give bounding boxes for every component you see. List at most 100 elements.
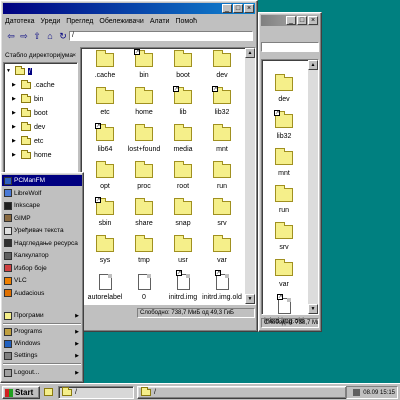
- file-item[interactable]: ↗ initrd.img.old: [202, 270, 242, 306]
- start-item-app[interactable]: Калкулатор: [2, 250, 82, 261]
- start-item-windows[interactable]: Windows ▶: [2, 338, 82, 349]
- menu-item[interactable]: Преглед: [66, 18, 93, 25]
- quicklaunch-folder-icon[interactable]: [44, 388, 53, 396]
- expand-arrow-icon[interactable]: ▼: [6, 68, 11, 74]
- folder-item[interactable]: home: [124, 87, 164, 121]
- start-item-app[interactable]: Избор боје: [2, 263, 82, 274]
- tree-item[interactable]: ▶ bin: [12, 93, 43, 105]
- folder-item[interactable]: mnt: [202, 124, 242, 158]
- folder-item[interactable]: ↗ lib32: [264, 110, 304, 145]
- expand-arrow-icon[interactable]: ▶: [12, 82, 17, 88]
- menu-item[interactable]: Уреди: [40, 18, 60, 25]
- back-maximize-button[interactable]: □: [297, 16, 307, 25]
- back-close-button[interactable]: ×: [308, 16, 318, 25]
- folder-item[interactable]: var: [264, 259, 304, 293]
- back-scroll-down-button[interactable]: ▼: [308, 304, 318, 314]
- start-item-app[interactable]: Надгледање ресурса: [2, 238, 82, 249]
- folder-item[interactable]: ↗ lib32: [202, 86, 242, 121]
- folder-item[interactable]: dev: [202, 50, 242, 84]
- folder-item[interactable]: usr: [163, 235, 203, 269]
- start-item-app[interactable]: GIMP: [2, 213, 82, 224]
- start-item-app[interactable]: VLC: [2, 275, 82, 286]
- start-item-settings[interactable]: Settings ▶: [2, 350, 82, 361]
- maximize-button[interactable]: □: [233, 4, 243, 13]
- folder-item[interactable]: root: [163, 161, 203, 195]
- tree-item[interactable]: ▶ boot: [12, 107, 48, 119]
- scroll-up-button[interactable]: ▲: [245, 48, 255, 58]
- back-minimize-button[interactable]: _: [286, 16, 296, 25]
- vertical-scrollbar[interactable]: ▲ ▼: [245, 48, 255, 304]
- start-item-logout[interactable]: Logout... ▶: [2, 367, 82, 378]
- expand-arrow-icon[interactable]: ▶: [12, 152, 17, 158]
- directory-tree[interactable]: ▼ / ▶ .cache ▶ bin ▶ boot ▶ dev ▶ etc ▶ home: [3, 62, 78, 174]
- file-item[interactable]: 0: [124, 272, 164, 306]
- window-titlebar[interactable]: _ □ ×: [3, 3, 255, 14]
- back-window-titlebar[interactable]: _ □ ×: [261, 15, 319, 26]
- start-item-app[interactable]: Inkscape: [2, 200, 82, 211]
- expand-arrow-icon[interactable]: ▶: [12, 96, 17, 102]
- folder-item[interactable]: ↗ lib64: [85, 123, 125, 158]
- close-button[interactable]: ×: [244, 4, 254, 13]
- expand-arrow-icon[interactable]: ▶: [12, 124, 17, 130]
- back-scroll-up-button[interactable]: ▲: [308, 60, 318, 70]
- close-pane-icon[interactable]: ×: [72, 52, 76, 59]
- file-item[interactable]: ↗ initrd.img: [163, 270, 203, 306]
- folder-item[interactable]: lost+found: [124, 124, 164, 158]
- back-arrow-icon[interactable]: ⇦: [6, 31, 16, 42]
- back-vertical-scrollbar[interactable]: ▲ ▼: [308, 60, 318, 314]
- tree-item[interactable]: ▼ /: [6, 65, 32, 77]
- file-item[interactable]: autorelabel: [85, 272, 125, 306]
- folder-item[interactable]: srv: [264, 222, 304, 256]
- back-content-pane[interactable]: dev ↗ lib32 mnt run srv var ↗ initrd.img.old ▲ ▼: [261, 59, 319, 325]
- folder-item[interactable]: ↗ bin: [124, 49, 164, 84]
- folder-item[interactable]: media: [163, 124, 203, 158]
- tree-item[interactable]: ▶ home: [12, 149, 52, 161]
- folder-item[interactable]: .cache: [85, 50, 125, 84]
- tree-item[interactable]: ▶ dev: [12, 121, 45, 133]
- address-bar[interactable]: /: [69, 31, 253, 41]
- folder-item[interactable]: run: [264, 185, 304, 219]
- back-address-bar[interactable]: [261, 42, 319, 52]
- start-item-app[interactable]: PCManFM: [2, 175, 82, 186]
- minimize-button[interactable]: _: [222, 4, 232, 13]
- start-item-programs[interactable]: Programs ▶: [2, 326, 82, 337]
- network-icon[interactable]: [353, 389, 361, 396]
- folder-item[interactable]: dev: [264, 74, 304, 108]
- folder-item[interactable]: srv: [202, 198, 242, 232]
- taskbar-button-file-manager-2[interactable]: /: [137, 386, 347, 399]
- start-item-programs-local[interactable]: Програми ▶: [2, 310, 82, 321]
- folder-item[interactable]: tmp: [124, 235, 164, 269]
- up-arrow-icon[interactable]: ⇧: [32, 31, 42, 42]
- back-file-manager-window[interactable]: _ □ × dev ↗ lib32 mnt run srv var ↗ initrd.img.o…: [258, 12, 322, 332]
- folder-item[interactable]: etc: [85, 87, 125, 121]
- start-item-app[interactable]: Уређивач текста: [2, 225, 82, 236]
- folder-item[interactable]: mnt: [264, 148, 304, 182]
- expand-arrow-icon[interactable]: ▶: [12, 138, 17, 144]
- folder-item[interactable]: share: [124, 198, 164, 232]
- scroll-down-button[interactable]: ▼: [245, 294, 255, 304]
- menu-item[interactable]: Помоћ: [175, 18, 197, 25]
- folder-item[interactable]: sys: [85, 235, 125, 269]
- menu-item[interactable]: Обележивачи: [99, 18, 143, 25]
- tree-item[interactable]: ▶ .cache: [12, 79, 55, 91]
- folder-item[interactable]: ↗ sbin: [85, 197, 125, 232]
- start-item-app[interactable]: LibreWolf: [2, 188, 82, 199]
- start-button[interactable]: Start: [2, 386, 40, 399]
- folder-item[interactable]: boot: [163, 50, 203, 84]
- expand-arrow-icon[interactable]: ▶: [12, 110, 17, 116]
- folder-item[interactable]: ↗ lib: [163, 86, 203, 121]
- tree-item[interactable]: ▶ etc: [12, 135, 43, 147]
- folder-item[interactable]: snap: [163, 198, 203, 232]
- forward-arrow-icon[interactable]: ⇨: [19, 31, 29, 42]
- start-item-app[interactable]: Audacious: [2, 288, 82, 299]
- content-pane[interactable]: .cache ↗ bin boot dev etc home ↗ lib ↗ lib32 ↗ lib64…: [80, 47, 256, 305]
- taskbar-button-file-manager[interactable]: /: [58, 386, 134, 399]
- reload-icon[interactable]: ↻: [58, 31, 68, 42]
- menu-item[interactable]: Алати: [150, 18, 170, 25]
- home-icon[interactable]: ⌂: [45, 31, 55, 41]
- folder-item[interactable]: run: [202, 161, 242, 195]
- folder-item[interactable]: var: [202, 235, 242, 269]
- folder-item[interactable]: proc: [124, 161, 164, 195]
- menu-item[interactable]: Датотека: [5, 18, 34, 25]
- folder-item[interactable]: opt: [85, 161, 125, 195]
